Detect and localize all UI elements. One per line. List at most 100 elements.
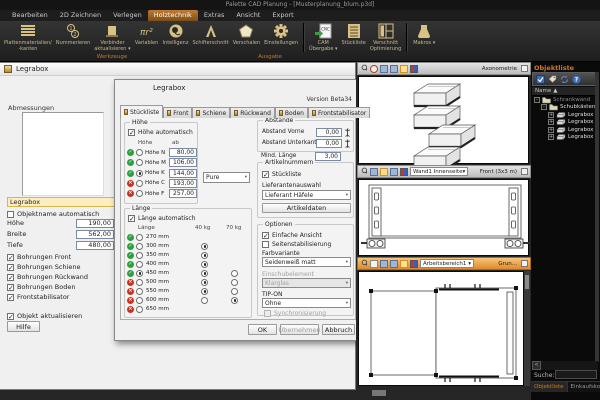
radio-270-mm[interactable]	[136, 233, 143, 241]
hilfe-button[interactable]: Hilfe	[7, 321, 40, 332]
select-icon[interactable]	[536, 74, 545, 84]
plan-horizontal-scrollbar-thumb[interactable]	[372, 390, 386, 396]
laenge-automatisch-checkbox[interactable]: ✓ Länge automatisch	[128, 214, 196, 222]
radio-70kg-600-mm[interactable]	[231, 296, 238, 304]
frontstabilisator-checkbox[interactable]: ✓ Frontstabilisator	[7, 293, 69, 301]
expand-icon[interactable]: +	[548, 126, 554, 133]
cube-icon[interactable]	[380, 259, 388, 268]
ribbon-tab-bearbeiten[interactable]: Bearbeiten	[6, 10, 54, 21]
tab-front[interactable]: Front	[163, 107, 193, 118]
radio-40kg-500-mm[interactable]	[201, 278, 208, 286]
h-he-input[interactable]: 190,00	[76, 218, 114, 228]
objektname-automatisch-checkbox[interactable]: Objektname automatisch	[7, 210, 99, 218]
tipon-dropdown[interactable]: Ohne ▾	[262, 298, 351, 308]
seitenstabilisierung-checkbox[interactable]: Seitenstabilisierung	[262, 240, 331, 248]
tool-einstellungen[interactable]: Einstellungen	[262, 22, 300, 46]
radio-h-he-f[interactable]	[136, 190, 143, 198]
tool-verschalen[interactable]: Verschalen	[231, 22, 262, 46]
palette-icon[interactable]	[410, 64, 418, 73]
zoom-icon[interactable]	[360, 167, 368, 176]
expand-icon[interactable]: +	[548, 119, 554, 126]
ribbon-tab-holztechnik[interactable]: Holztechnik	[147, 10, 198, 21]
bohrungen-schiene-checkbox[interactable]: ✓ Bohrungen Schiene	[7, 263, 81, 271]
tool-intelligenz[interactable]: Intelligenz	[161, 22, 191, 46]
tab-schiene[interactable]: Schiene	[192, 107, 231, 118]
cube-highlight-icon[interactable]	[380, 167, 388, 176]
viewport-maximize-button[interactable]	[521, 168, 528, 175]
radio-600-mm[interactable]	[136, 296, 143, 304]
legrabox-dialog-titlebar[interactable]: Legrabox	[0, 63, 355, 76]
einfache-ansicht-checkbox[interactable]: ✓ Einfache Ansicht	[262, 231, 322, 239]
radio-650-mm[interactable]	[136, 305, 143, 313]
doc-icon[interactable]	[370, 259, 378, 268]
radio-70kg-450-mm[interactable]	[231, 269, 238, 277]
radio-h-he-c[interactable]	[136, 179, 143, 187]
radio-70kg-500-mm[interactable]	[231, 278, 238, 286]
abstand-vorne-input[interactable]: 0,00	[316, 127, 342, 137]
radio-300-mm[interactable]	[136, 242, 143, 250]
stueckliste-checkbox[interactable]: ✓ Stückliste	[262, 170, 301, 178]
cube-icon[interactable]	[370, 167, 378, 176]
front-view-canvas[interactable]	[358, 179, 529, 256]
axonometric-view-canvas[interactable]	[358, 76, 529, 171]
zoom-icon[interactable]	[360, 64, 368, 73]
tool-plattenmaterialien-kanten[interactable]: Plattenmaterialien/-kanten	[2, 22, 54, 52]
ribbon-tab-ansicht[interactable]: Ansicht	[230, 10, 266, 21]
radio-400-mm[interactable]	[136, 260, 143, 268]
search-input[interactable]	[555, 370, 597, 379]
tab-frontstabilisator[interactable]: Frontstabilisator	[307, 107, 371, 118]
radio-40kg-600-mm[interactable]	[201, 296, 208, 304]
plan-vertical-scrollbar[interactable]	[524, 271, 530, 386]
radio-350-mm[interactable]	[136, 251, 143, 259]
scrollbar-thumb[interactable]	[525, 275, 529, 289]
tool-verschnitt-optimierung[interactable]: Verschnitt Optimierung	[368, 22, 403, 52]
tab-st-ckliste[interactable]: Stückliste	[120, 105, 164, 118]
ribbon-tab-2d-zeichnen[interactable]: 2D Zeichnen	[54, 10, 107, 21]
expand-icon[interactable]: +	[548, 134, 554, 141]
ok-button[interactable]: OK	[248, 324, 277, 335]
radio-h-he-k[interactable]	[136, 169, 143, 177]
cube-highlight-icon[interactable]	[400, 64, 408, 73]
workspace-select-dropdown[interactable]: Arbeitsbereich1 ▾	[420, 259, 474, 268]
tool-verbinder-aktualisieren[interactable]: Verbinder aktualisieren ▾	[92, 22, 132, 52]
ribbon-tab-extras[interactable]: Extras	[198, 10, 231, 21]
mind-laenge-field[interactable]: 3,00	[315, 151, 341, 161]
value-field-h-he-n[interactable]: 80,00	[169, 148, 197, 157]
viewport-maximize-button[interactable]	[521, 65, 528, 72]
radio-40kg-350-mm[interactable]	[201, 251, 208, 259]
uebernehmen-button[interactable]: Übernehmen	[278, 324, 321, 335]
artikeldaten-button[interactable]: Artikeldaten	[262, 203, 351, 213]
scroll-left-icon[interactable]: <	[532, 361, 541, 370]
cube-icon[interactable]	[390, 64, 398, 73]
value-field-h-he-m[interactable]: 106,00	[169, 158, 197, 168]
collapse-icon[interactable]: -	[534, 96, 540, 103]
collapse-icon[interactable]: -	[541, 104, 547, 111]
help-icon[interactable]: ?	[572, 75, 581, 84]
palette-icon[interactable]	[400, 167, 408, 176]
panel-tab-einkaufskorb[interactable]: Einkaufskorb	[568, 382, 600, 392]
cube-highlight-icon[interactable]	[400, 259, 408, 268]
radio-500-mm[interactable]	[136, 278, 143, 286]
radio-40kg-300-mm[interactable]	[201, 242, 208, 250]
zoom-icon[interactable]	[360, 259, 368, 268]
pin-icon[interactable]	[344, 128, 351, 137]
object-name-field[interactable]: Legrabox	[7, 197, 119, 207]
panel-vertical-scrollbar[interactable]	[595, 72, 599, 362]
bohrungen-boden-checkbox[interactable]: ✓ Bohrungen Boden	[7, 283, 75, 291]
panel-horizontal-scrollbar[interactable]: <	[532, 361, 598, 370]
farbvariante-dropdown[interactable]: Seidenweiß matt ▾	[262, 257, 351, 267]
tab-boden[interactable]: Boden	[274, 107, 308, 118]
hoehe-automatisch-checkbox[interactable]: ✓ Höhe automatisch	[128, 128, 193, 136]
bohrungen-front-checkbox[interactable]: ✓ Bohrungen Front	[7, 253, 71, 261]
lieferant-dropdown[interactable]: Lieferant Häfele ▾	[262, 190, 351, 200]
synchronisierung-checkbox[interactable]: Synchronisierung	[264, 309, 326, 317]
name-column-header[interactable]: Name ▲	[532, 87, 598, 96]
tool-makros[interactable]: Makros ▾	[410, 22, 438, 46]
tool-cam-bergabe[interactable]: CNC CAM Übergabe ▾	[307, 22, 339, 52]
breite-input[interactable]: 562,00	[76, 229, 114, 239]
value-field-h-he-k[interactable]: 144,00	[169, 168, 197, 178]
tool-schifterschnitt[interactable]: Schifterschnitt	[190, 22, 230, 46]
tool-nummerieren[interactable]: 1 2 Nummerieren	[54, 22, 92, 46]
radio-h-he-n[interactable]	[136, 149, 143, 156]
radio-h-he-m[interactable]	[136, 159, 143, 167]
